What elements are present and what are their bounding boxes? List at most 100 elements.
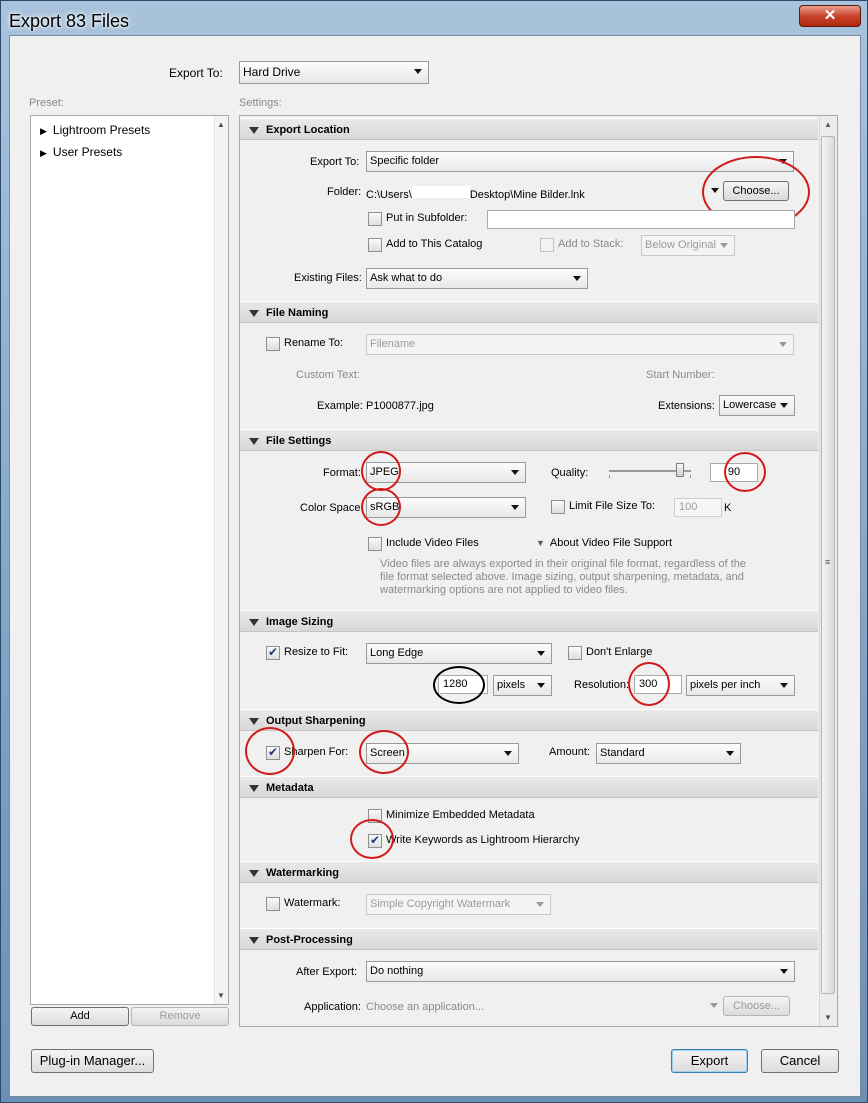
watermark-select[interactable]: Simple Copyright Watermark	[366, 894, 551, 915]
list-item[interactable]: ▶ User Presets	[40, 145, 122, 159]
after-export-select[interactable]: Do nothing	[366, 961, 795, 982]
chevron-down-icon	[504, 751, 512, 756]
section-image-sizing[interactable]: Image Sizing	[240, 610, 818, 632]
section-file-naming[interactable]: File Naming	[240, 301, 818, 323]
color-space-label: Color Space:	[300, 502, 364, 514]
collapse-triangle-icon	[249, 718, 259, 725]
dont-enlarge-checkbox[interactable]	[568, 646, 582, 660]
add-preset-button[interactable]: Add	[31, 1007, 129, 1026]
remove-preset-button[interactable]: Remove	[131, 1007, 229, 1026]
chevron-down-icon	[511, 470, 519, 475]
collapse-triangle-icon	[249, 127, 259, 134]
section-export-location[interactable]: Export Location	[240, 118, 818, 140]
add-to-catalog-checkbox[interactable]	[368, 238, 382, 252]
section-output-sharpening[interactable]: Output Sharpening	[240, 709, 818, 731]
section-title: File Settings	[266, 435, 332, 447]
collapse-triangle-icon	[249, 937, 259, 944]
amount-label: Amount:	[549, 746, 590, 758]
collapse-triangle-icon	[249, 310, 259, 317]
section-watermarking[interactable]: Watermarking	[240, 861, 818, 883]
settings-scrollbar[interactable]: ▲ ≡ ▼	[819, 116, 837, 1026]
highlight-circle	[350, 819, 394, 859]
chevron-down-icon	[780, 403, 788, 408]
highlight-circle	[359, 730, 409, 774]
section-post-processing[interactable]: Post-Processing	[240, 928, 818, 950]
resolution-unit-select[interactable]: pixels per inch	[686, 675, 795, 696]
limit-unit-label: K	[724, 502, 732, 514]
video-note-line: watermarking options are not applied to …	[380, 584, 628, 596]
quality-slider[interactable]	[609, 462, 691, 480]
export-to-select[interactable]: Hard Drive	[239, 61, 429, 84]
preset-list[interactable]: ▶ Lightroom Presets ▶ User Presets ▲ ▼	[30, 115, 229, 1005]
add-to-catalog-label: Add to This Catalog	[386, 238, 483, 250]
rename-template-select[interactable]: Filename	[366, 334, 794, 355]
export-to-label: Export To:	[169, 66, 223, 80]
chevron-down-icon	[414, 69, 422, 74]
preset-scrollbar[interactable]: ▲ ▼	[214, 116, 228, 1004]
size-unit-value: pixels	[497, 679, 526, 691]
location-export-to-value: Specific folder	[370, 155, 440, 167]
stack-position-select[interactable]: Below Original	[641, 235, 735, 256]
section-metadata[interactable]: Metadata	[240, 776, 818, 798]
section-title: File Naming	[266, 307, 329, 319]
watermark-checkbox[interactable]	[266, 897, 280, 911]
folder-path-start: C:\Users\	[366, 189, 412, 201]
highlight-circle	[361, 488, 401, 526]
after-export-value: Do nothing	[370, 965, 424, 977]
extensions-label: Extensions:	[658, 400, 715, 412]
close-button[interactable]: ✕	[799, 5, 861, 27]
section-title: Output Sharpening	[266, 715, 366, 727]
choose-application-button[interactable]: Choose...	[723, 996, 790, 1016]
add-to-stack-label: Add to Stack:	[558, 238, 624, 250]
include-video-checkbox[interactable]	[368, 537, 382, 551]
cancel-button[interactable]: Cancel	[761, 1049, 839, 1073]
put-in-subfolder-label: Put in Subfolder:	[386, 212, 468, 224]
limit-file-size-checkbox[interactable]	[551, 500, 565, 514]
resolution-unit-value: pixels per inch	[690, 679, 761, 691]
chevron-down-icon	[536, 902, 544, 907]
slider-thumb[interactable]	[676, 463, 684, 477]
resize-mode-select[interactable]: Long Edge	[366, 643, 552, 664]
put-in-subfolder-checkbox[interactable]	[368, 212, 382, 226]
resize-to-fit-label: Resize to Fit:	[284, 646, 349, 658]
format-label: Format:	[323, 467, 361, 479]
chevron-down-icon	[726, 751, 734, 756]
highlight-circle	[361, 451, 401, 491]
limit-file-size-input[interactable]: 100	[674, 498, 722, 517]
subfolder-name-input[interactable]	[487, 210, 795, 229]
rename-label: Rename To:	[284, 337, 344, 349]
amount-select[interactable]: Standard	[596, 743, 741, 764]
resize-to-fit-checkbox[interactable]	[266, 645, 280, 660]
disclosure-triangle-icon: ▼	[536, 538, 545, 548]
existing-files-label: Existing Files:	[294, 272, 362, 284]
quality-label: Quality:	[551, 467, 589, 479]
settings-label: Settings:	[239, 97, 282, 109]
application-dropdown-icon[interactable]	[710, 1003, 718, 1008]
include-video-label: Include Video Files	[386, 537, 479, 549]
scrollbar-thumb[interactable]: ≡	[821, 136, 835, 994]
about-video-link[interactable]: ▼ About Video File Support	[536, 537, 672, 549]
list-item[interactable]: ▶ Lightroom Presets	[40, 123, 150, 137]
export-button[interactable]: Export	[671, 1049, 748, 1073]
extensions-select[interactable]: Lowercase	[719, 395, 795, 416]
about-video-text: About Video File Support	[549, 537, 673, 549]
highlight-circle	[724, 452, 766, 492]
plugin-manager-button[interactable]: Plug-in Manager...	[31, 1049, 154, 1073]
size-unit-select[interactable]: pixels	[493, 675, 552, 696]
expand-arrow-icon: ▶	[40, 148, 47, 158]
existing-files-select[interactable]: Ask what to do	[366, 268, 588, 289]
video-note: Video files are always exported in their…	[380, 558, 746, 597]
chevron-down-icon	[537, 683, 545, 688]
preset-label: Preset:	[29, 97, 64, 109]
example-label: Example:	[317, 400, 363, 412]
add-to-stack-checkbox[interactable]	[540, 238, 554, 252]
collapse-triangle-icon	[249, 785, 259, 792]
resize-mode-value: Long Edge	[370, 647, 424, 659]
application-label: Application:	[304, 1001, 361, 1013]
rename-checkbox[interactable]	[266, 337, 280, 351]
application-input[interactable]: Choose an application...	[366, 1001, 484, 1013]
folder-path: C:\Users\ Desktop\Mine Bilder.lnk	[366, 186, 585, 201]
section-file-settings[interactable]: File Settings	[240, 429, 818, 451]
section-title: Image Sizing	[266, 616, 334, 628]
scroll-up-icon: ▲	[217, 120, 225, 129]
